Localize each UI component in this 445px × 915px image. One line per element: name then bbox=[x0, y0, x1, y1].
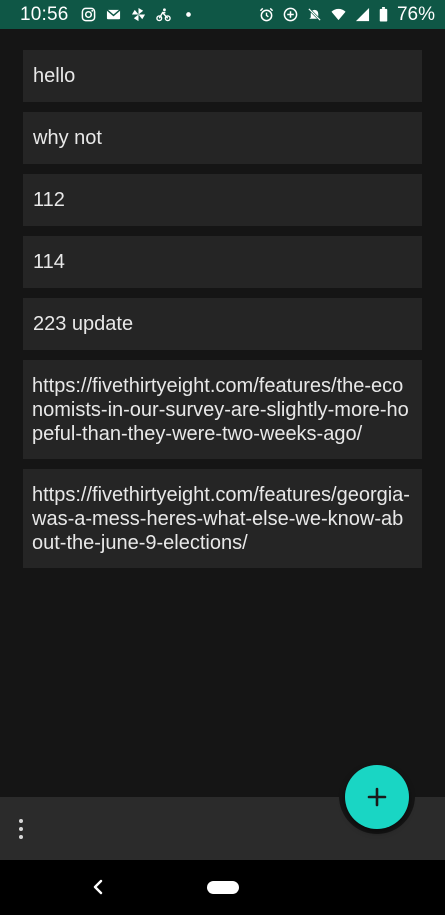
signal-icon bbox=[355, 7, 370, 22]
back-chevron-icon[interactable] bbox=[88, 877, 108, 897]
pinwheel-icon bbox=[131, 7, 146, 22]
bike-icon bbox=[155, 7, 171, 22]
note-item[interactable]: 112 bbox=[23, 174, 422, 226]
note-item[interactable]: why not bbox=[23, 112, 422, 164]
status-time: 10:56 bbox=[20, 3, 69, 25]
mute-icon bbox=[307, 7, 322, 22]
plus-icon bbox=[366, 786, 388, 808]
add-note-button[interactable] bbox=[345, 765, 409, 829]
system-navigation-bar bbox=[0, 860, 445, 915]
status-notification-icons bbox=[81, 7, 196, 22]
notes-list: hello why not 112 114 223 update https:/… bbox=[23, 50, 422, 568]
more-vert-icon[interactable] bbox=[13, 817, 29, 841]
home-pill-icon[interactable] bbox=[207, 881, 239, 894]
menu-dot bbox=[19, 827, 23, 831]
wifi-icon bbox=[331, 7, 346, 22]
instagram-icon bbox=[81, 7, 96, 22]
note-item[interactable]: 114 bbox=[23, 236, 422, 288]
note-item[interactable]: 223 update bbox=[23, 298, 422, 350]
note-item[interactable]: https://fivethirtyeight.com/features/geo… bbox=[23, 469, 422, 568]
battery-percent: 76% bbox=[396, 3, 435, 25]
alarm-icon bbox=[259, 7, 274, 22]
status-system-icons: 76% bbox=[259, 4, 435, 26]
status-bar: 10:56 76% bbox=[0, 0, 445, 29]
menu-dot bbox=[19, 835, 23, 839]
sync-icon bbox=[283, 7, 298, 22]
note-item[interactable]: hello bbox=[23, 50, 422, 102]
dot-icon bbox=[181, 7, 196, 22]
note-item[interactable]: https://fivethirtyeight.com/features/the… bbox=[23, 360, 422, 459]
menu-dot bbox=[19, 819, 23, 823]
mail-icon bbox=[106, 7, 121, 22]
battery-icon bbox=[379, 7, 388, 22]
